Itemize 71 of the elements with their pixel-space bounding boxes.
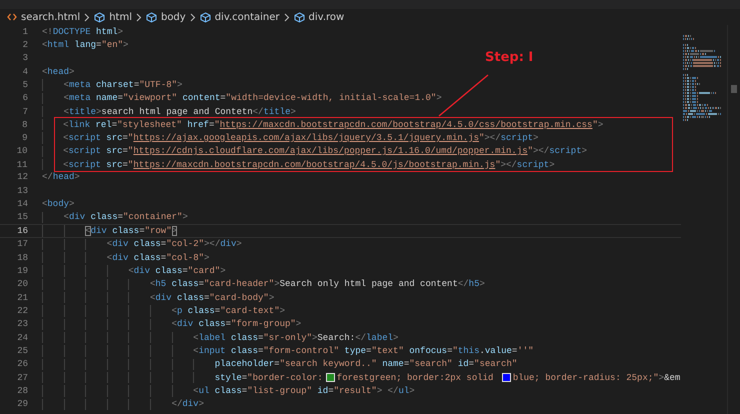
- code-line: </head>: [42, 172, 80, 184]
- code-line: <script src="https://ajax.googleapis.com/ajax/libs/jquery/3.5.1/jquery.min.js"></script>: [42, 132, 538, 144]
- line-number: 1: [22, 26, 28, 37]
- breadcrumb-item[interactable]: div.container: [214, 12, 280, 22]
- annotation-label: Step: I: [485, 50, 534, 65]
- cube-icon: [294, 12, 305, 22]
- code-line: <meta charset="UTF-8">: [42, 79, 182, 91]
- code-line: <div class="container">: [42, 212, 188, 224]
- line-number: 2: [22, 40, 28, 50]
- code-line: <body>: [42, 198, 74, 210]
- code-line: <!DOCTYPE html>: [42, 26, 124, 38]
- line-number: 7: [22, 106, 28, 117]
- line-number: 27: [16, 372, 28, 383]
- line-number: 3: [22, 53, 28, 64]
- line-number: 22: [16, 306, 28, 316]
- code-line: <html lang="en">: [42, 39, 128, 51]
- line-number: 10: [16, 146, 28, 156]
- line-number: 20: [16, 279, 28, 290]
- code-line: placeholder="search keyword.." name="search" id="search": [42, 358, 518, 370]
- line-number: 18: [16, 252, 28, 263]
- line-number: 23: [16, 319, 28, 330]
- code-line: <div class="col-2"></div>: [42, 238, 242, 250]
- scrollbar[interactable]: [727, 25, 740, 414]
- line-number: 25: [16, 346, 28, 356]
- chevron-icon: [84, 12, 90, 22]
- line-number: 24: [16, 332, 28, 343]
- code-line: <p class="card-text">: [42, 305, 286, 317]
- code-line: <head>: [42, 66, 74, 78]
- breadcrumb-item[interactable]: html: [109, 12, 132, 22]
- line-number: 29: [16, 399, 28, 410]
- code-line: <div class="card-body">: [42, 292, 274, 304]
- line-number: 5: [22, 80, 28, 90]
- line-number: 9: [21, 132, 28, 143]
- chevron-icon: [190, 12, 196, 22]
- breadcrumb-item[interactable]: body: [160, 12, 186, 22]
- breadcrumb-item[interactable]: search.html: [21, 12, 80, 22]
- code-line: <div class="col-8">: [42, 252, 210, 264]
- line-number: 21: [16, 292, 28, 303]
- code-line: <link rel="stylesheet" href="https://maxcdn.bootstrapcdn.com/bootstrap/4.5.0/css/bootstrap.min.css">: [42, 118, 604, 130]
- line-number: 26: [16, 359, 28, 370]
- chevron-icon: [284, 12, 290, 22]
- code-line: <div class="card">: [42, 265, 226, 277]
- code-file-icon: [7, 13, 17, 21]
- cube-icon: [200, 12, 211, 22]
- code-line: <h5 class="card-header">Search only html page and content</h5>: [42, 278, 485, 290]
- code-line: <ul class="list-group" id="result"> </ul>: [42, 385, 415, 397]
- line-number: 16: [16, 226, 28, 236]
- breadcrumb-item[interactable]: div.row: [308, 12, 344, 22]
- code-line: <script src="https://cdnjs.cloudflare.com/ajax/libs/popper.js/1.16.0/umd/popper.min.js"></script>: [42, 146, 588, 157]
- code-line: <script src="https://maxcdn.bootstrapcdn.com/bootstrap/4.5.0/js/bootstrap.min.js"></script>: [42, 158, 555, 170]
- line-number: 17: [16, 239, 28, 250]
- code-line: <title>search html page and Contetn</title>: [42, 106, 296, 118]
- line-number: 12: [16, 172, 28, 182]
- line-number: 13: [16, 186, 28, 196]
- line-number: 28: [16, 386, 28, 396]
- cube-icon: [94, 12, 106, 22]
- code-line: style="border-color: forestgreen; border:2px solid blue; border-radius: 25px;">&em: [42, 372, 680, 384]
- chevron-icon: [136, 12, 142, 22]
- line-number: 4: [22, 66, 28, 77]
- line-number: 15: [16, 212, 28, 222]
- line-number: 14: [16, 199, 28, 210]
- line-number: 11: [16, 160, 28, 170]
- code-line: </div>: [42, 398, 204, 410]
- cube-icon: [146, 12, 157, 22]
- line-number: 6: [22, 93, 28, 104]
- code-line: <div class="form-group">: [42, 318, 302, 330]
- line-number: 8: [21, 120, 28, 130]
- code-line: <label class="sr-only">Search:</label>: [42, 332, 398, 344]
- code-line: <input class="form-control" type="text" onfocus="this.value=''": [42, 345, 534, 357]
- line-number: 19: [16, 266, 28, 276]
- code-line: <meta name="viewport" content="width=device-width, initial-scale=1.0">: [42, 92, 442, 104]
